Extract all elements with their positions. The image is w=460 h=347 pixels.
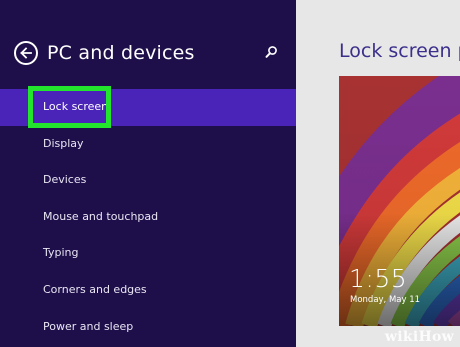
nav-item-label: Power and sleep xyxy=(43,319,134,333)
nav-item-label: Lock screen xyxy=(43,100,109,113)
nav-item-label: Mouse and touchpad xyxy=(43,209,159,223)
nav-list: Lock screen Display Devices Mouse and to… xyxy=(0,89,296,345)
nav-header: PC and devices xyxy=(14,38,284,68)
nav-item-corners-and-edges[interactable]: Corners and edges xyxy=(0,272,296,309)
nav-item-lock-screen[interactable]: Lock screen xyxy=(0,89,296,126)
nav-item-label: Corners and edges xyxy=(43,282,147,296)
nav-item-devices[interactable]: Devices xyxy=(0,162,296,199)
nav-item-display[interactable]: Display xyxy=(0,126,296,163)
content-title: Lock screen pre xyxy=(339,40,460,62)
page-title: PC and devices xyxy=(47,42,195,64)
nav-item-typing[interactable]: Typing xyxy=(0,235,296,272)
nav-item-power-and-sleep[interactable]: Power and sleep xyxy=(0,309,296,346)
nav-item-label: Typing xyxy=(43,246,79,260)
nav-item-label: Devices xyxy=(43,173,87,187)
search-icon[interactable] xyxy=(262,44,280,62)
watermark: wikiHow xyxy=(384,329,454,345)
screen: PC and devices Lock screen Display Devic… xyxy=(0,0,460,347)
preview-date: Monday, May 11 xyxy=(350,295,421,305)
nav-pane: PC and devices Lock screen Display Devic… xyxy=(0,0,296,347)
nav-item-label: Display xyxy=(43,136,84,150)
preview-time: 1:55 xyxy=(349,264,408,293)
content-pane: Lock screen pre xyxy=(296,0,460,347)
back-arrow-icon[interactable] xyxy=(14,41,38,65)
lock-screen-preview[interactable]: 1:55 Monday, May 11 xyxy=(339,76,460,326)
nav-item-mouse-and-touchpad[interactable]: Mouse and touchpad xyxy=(0,199,296,236)
